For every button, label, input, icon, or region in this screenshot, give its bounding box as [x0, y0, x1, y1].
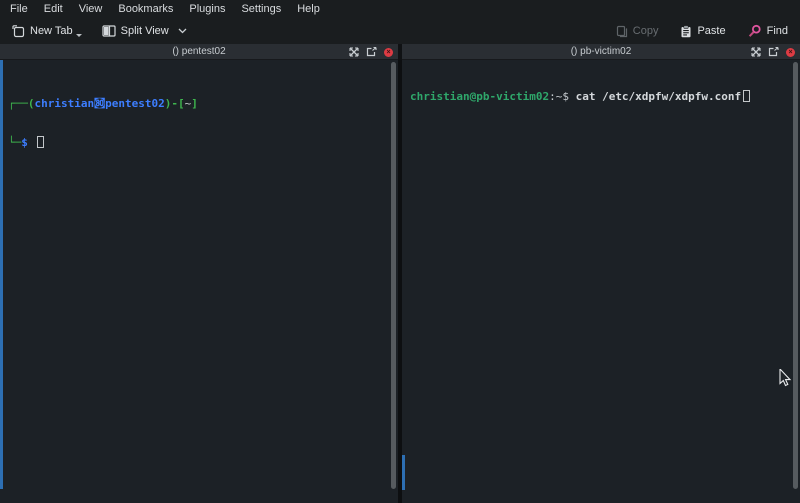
right-pane-title: () pb-victim02: [571, 46, 632, 57]
left-pane-header[interactable]: () pentest02 ×: [0, 44, 398, 60]
prompt-segment: ]: [191, 97, 198, 110]
copy-button[interactable]: Copy: [610, 22, 665, 41]
menu-help[interactable]: Help: [289, 1, 328, 17]
menu-bar: File Edit View Bookmarks Plugins Setting…: [0, 0, 800, 18]
prompt-segment: christian㉏pentest02: [35, 97, 165, 110]
detach-view-icon[interactable]: [768, 47, 779, 57]
prompt-segment: christian@pb-victim02: [410, 90, 549, 103]
close-view-button[interactable]: ×: [384, 48, 393, 57]
left-pane-scrollbar[interactable]: [391, 62, 396, 489]
new-tab-button[interactable]: New Tab: [6, 22, 88, 41]
split-view-chevron-icon[interactable]: [178, 28, 187, 34]
copy-icon: [616, 25, 628, 38]
find-label: Find: [767, 25, 788, 37]
prompt-segment: :: [549, 90, 556, 103]
close-view-button[interactable]: ×: [786, 48, 795, 57]
prompt-segment: $: [21, 136, 28, 149]
terminal-pane-pentest02[interactable]: ┌──(christian㉏pentest02)-[~] └─$: [0, 60, 398, 503]
maximize-view-icon[interactable]: [751, 47, 761, 57]
konsole-window: File Edit View Bookmarks Plugins Setting…: [0, 0, 800, 503]
terminal-pane-pb-victim02[interactable]: christian@pb-victim02:~$ cat /etc/xdpfw/…: [402, 60, 800, 503]
left-pane-title: () pentest02: [172, 46, 225, 57]
copy-label: Copy: [633, 25, 659, 37]
prompt-line-1: ┌──(christian㉏pentest02)-[~]: [8, 97, 198, 110]
menu-bookmarks[interactable]: Bookmarks: [110, 1, 181, 17]
new-tab-label: New Tab: [30, 25, 73, 37]
detach-view-icon[interactable]: [366, 47, 377, 57]
scroll-highlight-bar: [402, 455, 405, 490]
menu-settings[interactable]: Settings: [233, 1, 289, 17]
prompt-segment: $: [562, 90, 575, 103]
new-tab-icon: [12, 25, 25, 38]
split-view-label: Split View: [121, 25, 169, 37]
paste-icon: [680, 25, 692, 38]
split-headers: () pentest02 × () pb-vict: [0, 44, 800, 60]
menu-plugins[interactable]: Plugins: [181, 1, 233, 17]
prompt-segment: ┌──(: [8, 97, 35, 110]
prompt-segment: )-[: [165, 97, 185, 110]
prompt-line: christian@pb-victim02:~$ cat /etc/xdpfw/…: [410, 90, 750, 103]
prompt-line-2: └─$: [8, 136, 198, 149]
find-icon: [748, 24, 762, 38]
terminal-cursor: [37, 136, 44, 148]
terminal-cursor: [743, 90, 750, 102]
paste-label: Paste: [697, 25, 725, 37]
split-view-button[interactable]: Split View: [96, 22, 193, 40]
scroll-highlight-bar: [0, 60, 3, 489]
menu-file[interactable]: File: [2, 1, 36, 17]
menu-view[interactable]: View: [71, 1, 111, 17]
split-view-icon: [102, 25, 116, 37]
terminal-split-container: ┌──(christian㉏pentest02)-[~] └─$ christi…: [0, 60, 800, 503]
find-button[interactable]: Find: [742, 21, 794, 41]
paste-button[interactable]: Paste: [674, 22, 731, 41]
terminal-output: christian@pb-victim02:~$ cat /etc/xdpfw/…: [410, 64, 750, 129]
main-toolbar: New Tab Split View: [0, 18, 800, 44]
maximize-view-icon[interactable]: [349, 47, 359, 57]
right-pane-header[interactable]: () pb-victim02 ×: [402, 44, 800, 60]
prompt-segment: [28, 136, 35, 149]
menu-edit[interactable]: Edit: [36, 1, 71, 17]
mouse-cursor: [779, 369, 793, 389]
right-pane-scrollbar[interactable]: [793, 62, 798, 489]
terminal-output: ┌──(christian㉏pentest02)-[~] └─$: [8, 71, 198, 175]
prompt-segment: └─: [8, 136, 21, 149]
prompt-segment: cat /etc/xdpfw/xdpfw.conf: [576, 90, 742, 103]
new-tab-dropdown-caret[interactable]: [76, 34, 82, 37]
